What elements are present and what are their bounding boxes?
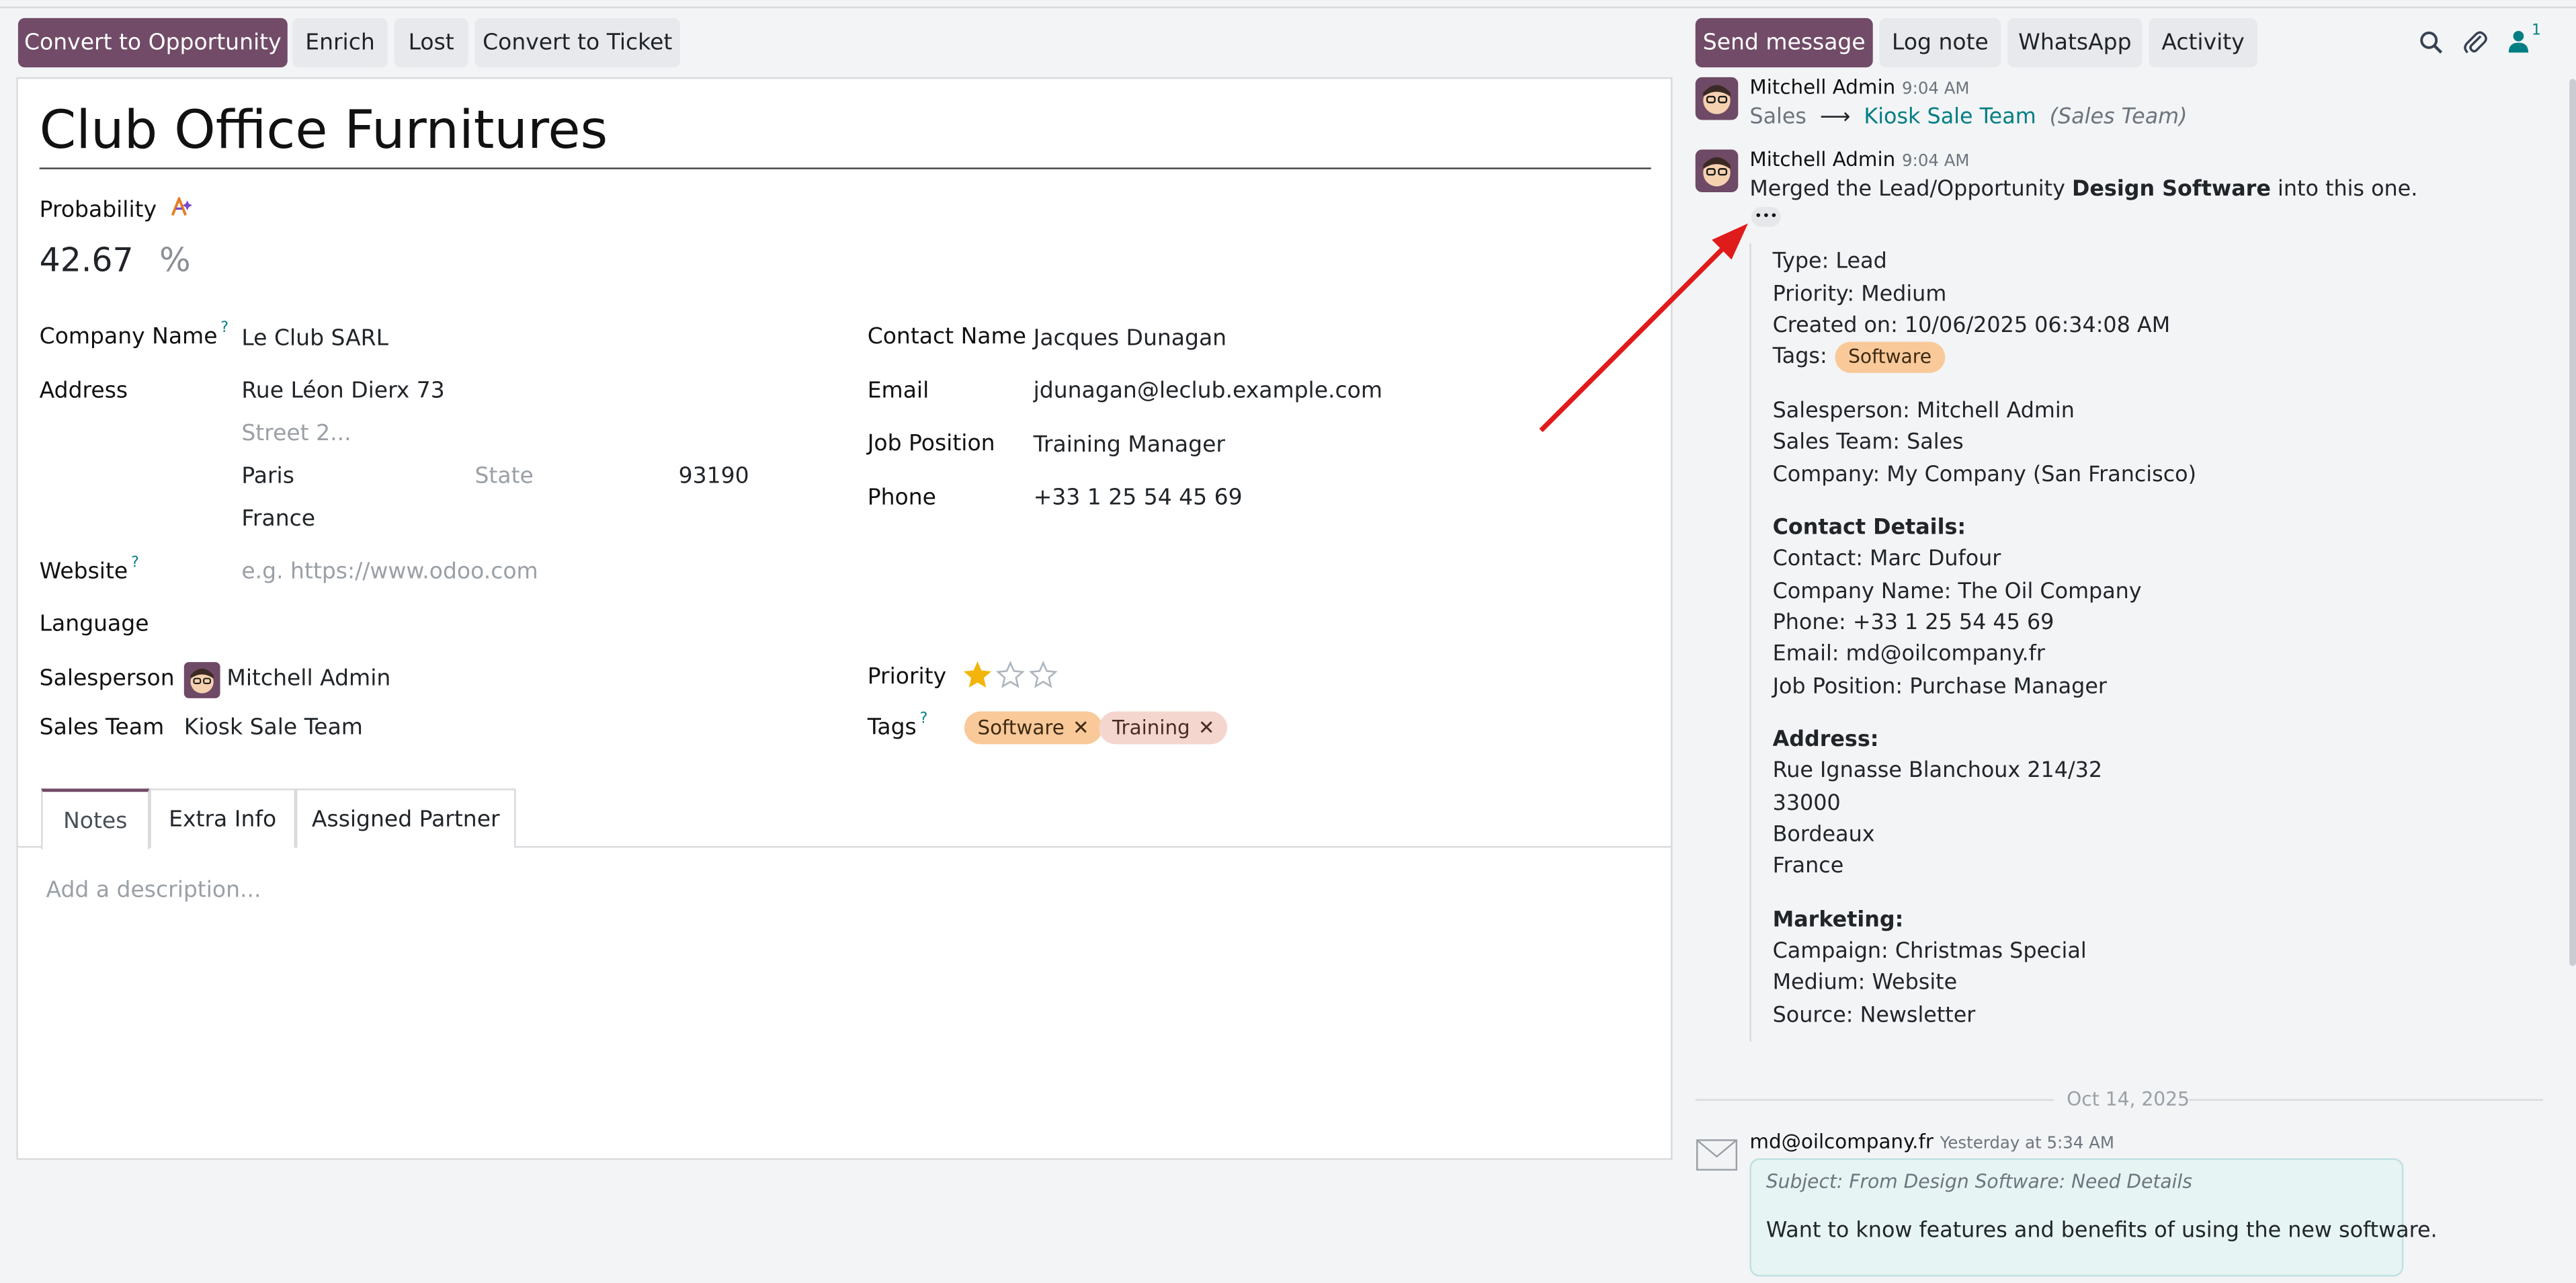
address-label: Address [39,378,128,405]
activity-button[interactable]: Activity [2149,17,2257,68]
lead-title-input[interactable]: Club Office Furnitures [40,99,608,161]
detail-campaign: Campaign: Christmas Special [1772,940,2087,964]
detail-address-line: France [1772,854,1844,879]
ai-sparkle-icon [170,195,193,223]
detail-tag-software: Software [1835,341,1945,373]
sales-team-label: Sales Team [39,714,165,741]
convert-to-opportunity-button[interactable]: Convert to Opportunity [17,17,288,68]
language-label: Language [39,611,149,638]
message-author: Mitchell Admin 9:04 AM [1749,148,1970,171]
detail-created: Created on: 10/06/2025 06:34:08 AM [1772,313,2171,339]
annotation-arrow [1539,223,1748,433]
tab-notes[interactable]: Notes [41,788,150,850]
follower-count: 1 [2531,23,2541,40]
detail-marketing-header: Marketing: [1772,908,1904,934]
probability-label: Probability [40,195,194,223]
avatar [1695,149,1739,193]
detail-tags: Tags: [1772,345,1827,370]
email-subject: Subject: From Design Software: Need Deta… [1765,1169,2192,1193]
detail-address-line: Bordeaux [1772,823,1875,848]
envelope-icon [1696,1137,1739,1173]
detail-salesperson: Salesperson: Mitchell Admin [1772,399,2075,424]
paperclip-icon[interactable] [2462,28,2492,58]
state-input[interactable]: State [474,463,533,489]
whatsapp-button[interactable]: WhatsApp [2007,17,2143,68]
website-input[interactable]: e.g. https://www.odoo.com [241,558,538,585]
date-separator-line [1695,1099,2054,1101]
title-underline [39,167,1651,169]
tags-label: Tags? [867,711,928,741]
detail-phone: Phone: +33 1 25 54 45 69 [1772,611,2054,636]
detail-email: Email: md@oilcompany.fr [1772,642,2045,667]
detail-type: Type: Lead [1772,249,1887,275]
detail-job: Job Position: Purchase Manager [1772,675,2107,700]
street-input[interactable]: Rue Léon Dierx 73 [241,378,444,404]
date-separator: Oct 14, 2025 [2067,1087,2190,1111]
detail-contact-header: Contact Details: [1772,515,1966,541]
contact-name-label: Contact Name [867,323,1026,350]
detail-sales-team: Sales Team: Sales [1772,430,1964,456]
website-label: Website? [39,555,139,585]
priority-label: Priority [867,663,947,690]
job-position-input[interactable]: Training Manager [1034,432,1225,458]
detail-address-header: Address: [1772,727,1879,753]
message-author: Mitchell Admin 9:04 AM [1749,75,1970,99]
tab-extra-info[interactable]: Extra Info [149,788,296,848]
detail-source: Source: Newsletter [1772,1003,1976,1029]
tracking-change: Sales ⟶ Kiosk Sale Team (Sales Team) [1749,105,2188,130]
date-separator-line [2188,1099,2544,1101]
search-icon[interactable] [2418,30,2448,59]
tab-assigned-partner[interactable]: Assigned Partner [296,788,516,848]
detail-medium: Medium: Website [1772,970,1958,996]
star-icon[interactable] [962,661,992,690]
message-author: md@oilcompany.fr Yesterday at 5:34 AM [1749,1130,2114,1154]
detail-priority: Priority: Medium [1772,282,1947,308]
close-icon[interactable]: ✕ [1073,716,1089,739]
email-input[interactable]: jdunagan@leclub.example.com [1034,378,1382,404]
phone-input[interactable]: +33 1 25 54 45 69 [1034,485,1243,511]
tag-software[interactable]: Software ✕ [964,711,1103,745]
job-position-label: Job Position [867,430,995,457]
phone-label: Phone [867,485,936,511]
salesperson-label: Salesperson [39,665,175,692]
form-sheet [16,77,1673,1160]
salesperson-input[interactable]: Mitchell Admin [226,665,390,692]
detail-contact: Contact: Marc Dufour [1772,547,2001,572]
probability-input[interactable]: 42.67 [40,240,134,280]
probability-unit: % [159,239,191,280]
merge-message: Merged the Lead/Opportunity Design Softw… [1749,177,2418,202]
street2-input[interactable]: Street 2... [241,421,351,447]
priority-stars[interactable] [962,661,1061,690]
detail-company: Company: My Company (San Francisco) [1772,463,2197,489]
chatter-scrollbar[interactable] [2569,79,2576,966]
email-body: Want to know features and benefits of us… [1765,1218,2438,1244]
salesperson-avatar [183,662,220,698]
convert-to-ticket-button[interactable]: Convert to Ticket [474,17,681,68]
email-label: Email [867,378,929,405]
tag-training[interactable]: Training ✕ [1099,711,1229,745]
star-icon[interactable] [1028,661,1058,690]
detail-address-line: Rue Ignasse Blanchoux 214/32 [1772,759,2103,784]
company-name-label: Company Name? [39,320,229,350]
avatar [1695,77,1739,120]
sales-team-input[interactable]: Kiosk Sale Team [184,714,363,741]
detail-address-line: 33000 [1772,792,1841,817]
star-icon[interactable] [995,661,1025,690]
log-note-button[interactable]: Log note [1879,17,2001,68]
company-name-input[interactable]: Le Club SARL [241,325,388,351]
detail-company-name: Company Name: The Oil Company [1772,579,2142,605]
app-root: Convert to Opportunity Enrich Lost Conve… [0,0,2576,1283]
contact-name-input[interactable]: Jacques Dunagan [1034,325,1227,351]
top-border [0,6,2576,9]
country-input[interactable]: France [241,506,315,532]
city-input[interactable]: Paris [241,463,294,489]
lost-button[interactable]: Lost [394,17,468,68]
zip-input[interactable]: 93190 [679,463,749,489]
send-message-button[interactable]: Send message [1695,17,1873,68]
enrich-button[interactable]: Enrich [292,17,388,68]
close-icon[interactable]: ✕ [1198,716,1215,739]
followers-icon[interactable]: 1 [2508,23,2545,58]
arrow-right-icon: ⟶ [1819,105,1851,130]
description-editor[interactable]: Add a description... [46,877,261,903]
